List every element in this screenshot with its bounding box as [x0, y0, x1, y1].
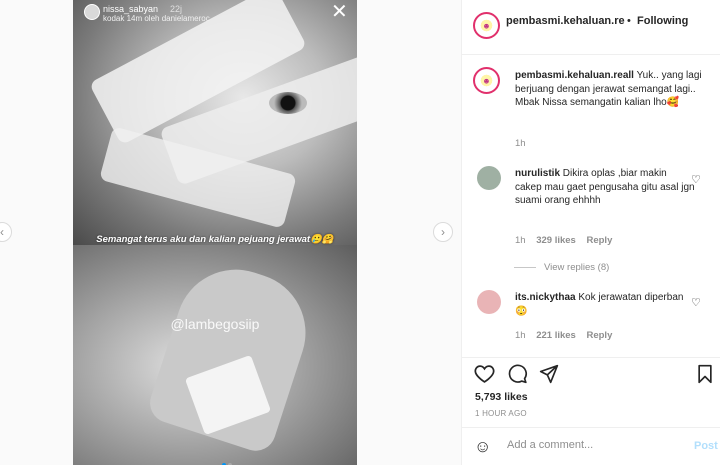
comment-body: its.nickythaa Kok jerawatan diperban 😳: [515, 291, 695, 318]
account-username[interactable]: pembasmi.kehaluan.re: [506, 15, 625, 27]
post-media-pane: ‹ nissa_sabyan 22j kodak 14m oleh daniel…: [0, 0, 462, 465]
heart-icon[interactable]: [474, 364, 495, 390]
comment-input[interactable]: [507, 439, 677, 451]
close-icon: ✕: [331, 1, 348, 23]
comment-like-heart-icon[interactable]: ♡: [691, 296, 701, 309]
comment-icon[interactable]: [507, 364, 528, 390]
comment-username[interactable]: its.nickythaa: [515, 292, 576, 303]
comment-likes[interactable]: 329 likes: [536, 235, 576, 246]
comment-like-heart-icon[interactable]: ♡: [691, 173, 701, 186]
posted-time: 1 HOUR AGO: [475, 409, 527, 418]
header-separator: •: [627, 15, 631, 27]
story-avatar: [84, 4, 100, 20]
comment-reply-button[interactable]: Reply: [586, 235, 612, 246]
post-comment-button[interactable]: Post: [694, 440, 718, 452]
comment-time: 1h: [515, 330, 526, 341]
comment-time: 1h: [515, 235, 526, 246]
share-icon[interactable]: [539, 364, 559, 390]
comment-username[interactable]: nurulistik: [515, 168, 560, 179]
story-header: nissa_sabyan 22j kodak 14m oleh danielam…: [73, 0, 357, 32]
story-username: nissa_sabyan: [103, 4, 159, 14]
comment-meta: 1h 329 likes Reply: [515, 235, 612, 246]
comment-reply-button[interactable]: Reply: [586, 330, 612, 341]
caption-time: 1h: [515, 138, 526, 149]
watermark: @lambegosiip: [170, 316, 260, 332]
story-time: 22j: [170, 4, 183, 14]
comment-meta: 1h 221 likes Reply: [515, 330, 612, 341]
story-caption: Semangat terus aku dan kalian pejuang je…: [96, 234, 334, 245]
bookmark-icon[interactable]: [697, 364, 713, 390]
commenter-avatar[interactable]: [477, 166, 501, 190]
caption-avatar[interactable]: ☻: [473, 67, 500, 94]
view-replies-label: View replies (8): [544, 262, 610, 273]
add-comment-bar: ☺ Post: [462, 427, 720, 465]
avatar-logo-icon: ☻: [482, 76, 491, 85]
caption-body: pembasmi.kehaluan.reall Yuk.. yang lagi …: [515, 69, 711, 110]
post-side-panel: ☻ pembasmi.kehaluan.re • Following ☻ pem…: [462, 0, 720, 465]
carousel-dots: [222, 454, 242, 465]
post-actions: 5,793 likes 1 HOUR AGO: [462, 357, 720, 427]
eye-shape: [269, 92, 307, 114]
story-screenshot: nissa_sabyan 22j kodak 14m oleh danielam…: [73, 0, 357, 465]
caption-username[interactable]: pembasmi.kehaluan.reall: [515, 70, 634, 81]
next-media-arrow-icon[interactable]: ›: [433, 222, 453, 242]
comment-body: nurulistik Dikira oplas ,biar makin cake…: [515, 167, 695, 208]
commenter-avatar[interactable]: [477, 290, 501, 314]
comment-likes[interactable]: 221 likes: [536, 330, 576, 341]
account-avatar[interactable]: ☻: [473, 12, 500, 39]
view-replies-button[interactable]: View replies (8): [514, 262, 609, 273]
avatar-logo-icon: ☻: [482, 21, 491, 30]
likes-count[interactable]: 5,793 likes: [475, 391, 528, 403]
comments-list: ☻ pembasmi.kehaluan.reall Yuk.. yang lag…: [462, 55, 720, 357]
post-header: ☻ pembasmi.kehaluan.re • Following: [462, 0, 720, 55]
following-button[interactable]: Following: [637, 15, 688, 27]
smiley-icon[interactable]: ☺: [474, 437, 491, 457]
replies-divider: [514, 266, 536, 268]
story-tag-line: kodak 14m oleh danielameroc: [103, 14, 210, 23]
previous-media-arrow-icon[interactable]: ‹: [0, 222, 12, 242]
